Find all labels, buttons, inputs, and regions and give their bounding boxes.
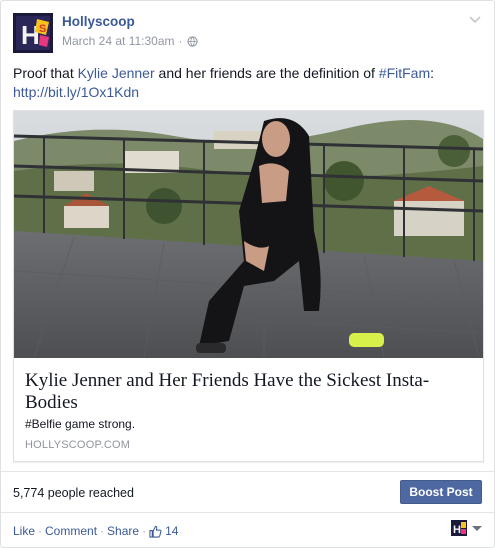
hollyscoop-logo-icon: H <box>451 520 467 536</box>
hollyscoop-logo-icon: H S <box>13 13 53 53</box>
attachment-domain: HOLLYSCOOP.COM <box>25 439 131 451</box>
caret-down-icon <box>472 525 482 531</box>
hashtag-fitfam[interactable]: #FitFam <box>379 65 430 81</box>
meta-separator: · <box>178 34 183 48</box>
mention-kylie-jenner[interactable]: Kylie Jenner <box>78 65 155 81</box>
chevron-down-icon[interactable] <box>468 15 482 25</box>
like-count[interactable]: 14 <box>149 524 178 538</box>
like-link[interactable]: Like <box>13 524 35 538</box>
attachment-title[interactable]: Kylie Jenner and Her Friends Have the Si… <box>25 370 475 414</box>
share-link[interactable]: Share <box>107 524 139 538</box>
post-meta: March 24 at 11:30am · <box>62 34 198 48</box>
divider <box>1 471 494 472</box>
photo-illustration <box>14 111 483 358</box>
post-as-page-switcher[interactable]: H <box>451 520 482 536</box>
message-text-3: : <box>430 65 435 81</box>
like-count-value: 14 <box>165 524 179 538</box>
thumbs-up-icon <box>149 525 162 538</box>
globe-icon[interactable] <box>186 35 198 47</box>
link-attachment[interactable]: Kylie Jenner and Her Friends Have the Si… <box>13 110 484 462</box>
attachment-photo[interactable] <box>14 111 483 358</box>
post-card: H S Hollyscoop March 24 at 11:30am · Pro… <box>0 0 495 548</box>
page-avatar[interactable]: H S <box>13 13 53 53</box>
post-url-link[interactable]: http://bit.ly/1Ox1Kdn <box>13 84 139 100</box>
boost-post-button[interactable]: Boost Post <box>400 480 482 504</box>
svg-text:S: S <box>39 23 46 35</box>
action-separator: · <box>100 524 105 538</box>
reach-count[interactable]: 5,774 people reached <box>13 486 134 500</box>
message-text-1: Proof that <box>13 65 78 81</box>
action-separator: · <box>38 524 43 538</box>
action-separator: · <box>142 524 147 538</box>
page-name-link[interactable]: Hollyscoop <box>62 14 135 29</box>
comment-link[interactable]: Comment <box>45 524 97 538</box>
divider <box>1 512 494 513</box>
post-message: Proof that Kylie Jenner and her friends … <box>13 64 483 102</box>
svg-text:H: H <box>453 524 461 536</box>
post-actions: Like · Comment · Share · 14 <box>13 524 178 538</box>
post-timestamp[interactable]: March 24 at 11:30am <box>62 34 175 48</box>
attachment-description: #Belfie game strong. <box>25 417 136 431</box>
message-text-2: and her friends are the definition of <box>154 65 379 81</box>
